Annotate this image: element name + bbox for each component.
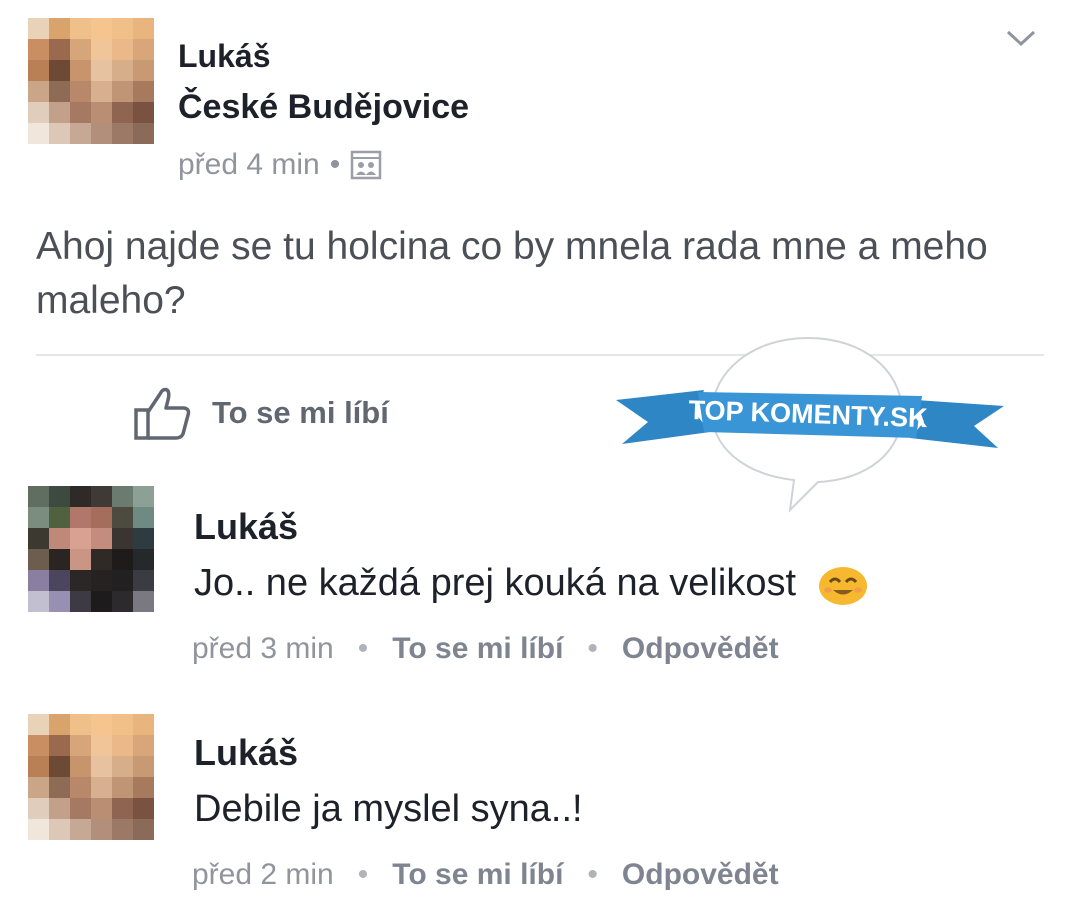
post-text: Ahoj najde se tu holcina co by mnela rad… — [36, 225, 988, 322]
watermark-badge: TOP KOMENTY.SK — [616, 336, 1004, 513]
comment-author-name[interactable]: Lukáš — [194, 506, 298, 548]
meta-separator: • — [329, 148, 341, 181]
thumbs-up-icon — [134, 387, 191, 440]
post-author-name[interactable]: Lukáš — [178, 38, 270, 75]
meta-separator: • — [587, 858, 598, 891]
like-button[interactable]: To se mi líbí — [132, 384, 389, 442]
meta-separator: • — [587, 632, 598, 665]
comment-like-link[interactable]: To se mi líbí — [392, 858, 563, 892]
comment-meta: před 3 min • To se mi líbí • Odpovědět — [192, 632, 779, 666]
post-meta: před 4 min • — [178, 148, 382, 182]
chevron-down-icon[interactable] — [1004, 26, 1038, 50]
post-timestamp[interactable]: před 4 min — [178, 148, 320, 182]
group-icon — [351, 150, 382, 180]
comment-author-avatar[interactable] — [28, 714, 154, 840]
comment-reply-link[interactable]: Odpovědět — [622, 858, 779, 892]
post-location[interactable]: České Budějovice — [178, 88, 469, 127]
comment-text: Jo.. ne každá prej kouká na velikost — [194, 562, 869, 606]
like-label: To se mi líbí — [212, 395, 389, 430]
comment-timestamp[interactable]: před 2 min — [192, 858, 334, 892]
comment-like-link[interactable]: To se mi líbí — [392, 632, 563, 666]
meta-separator: • — [357, 858, 369, 891]
comment-author-name[interactable]: Lukáš — [194, 732, 298, 774]
meta-separator: • — [357, 632, 369, 665]
comment-reply-link[interactable]: Odpovědět — [622, 632, 779, 666]
comment-meta: před 2 min • To se mi líbí • Odpovědět — [192, 858, 779, 892]
comment-timestamp[interactable]: před 3 min — [192, 632, 334, 666]
post-author-avatar[interactable] — [28, 18, 154, 144]
smiling-face-icon — [818, 566, 867, 605]
comment-body: Debile ja myslel syna..! — [194, 788, 583, 830]
comment-author-avatar[interactable] — [28, 486, 154, 612]
comment-body: Jo.. ne každá prej kouká na velikost — [194, 562, 797, 604]
